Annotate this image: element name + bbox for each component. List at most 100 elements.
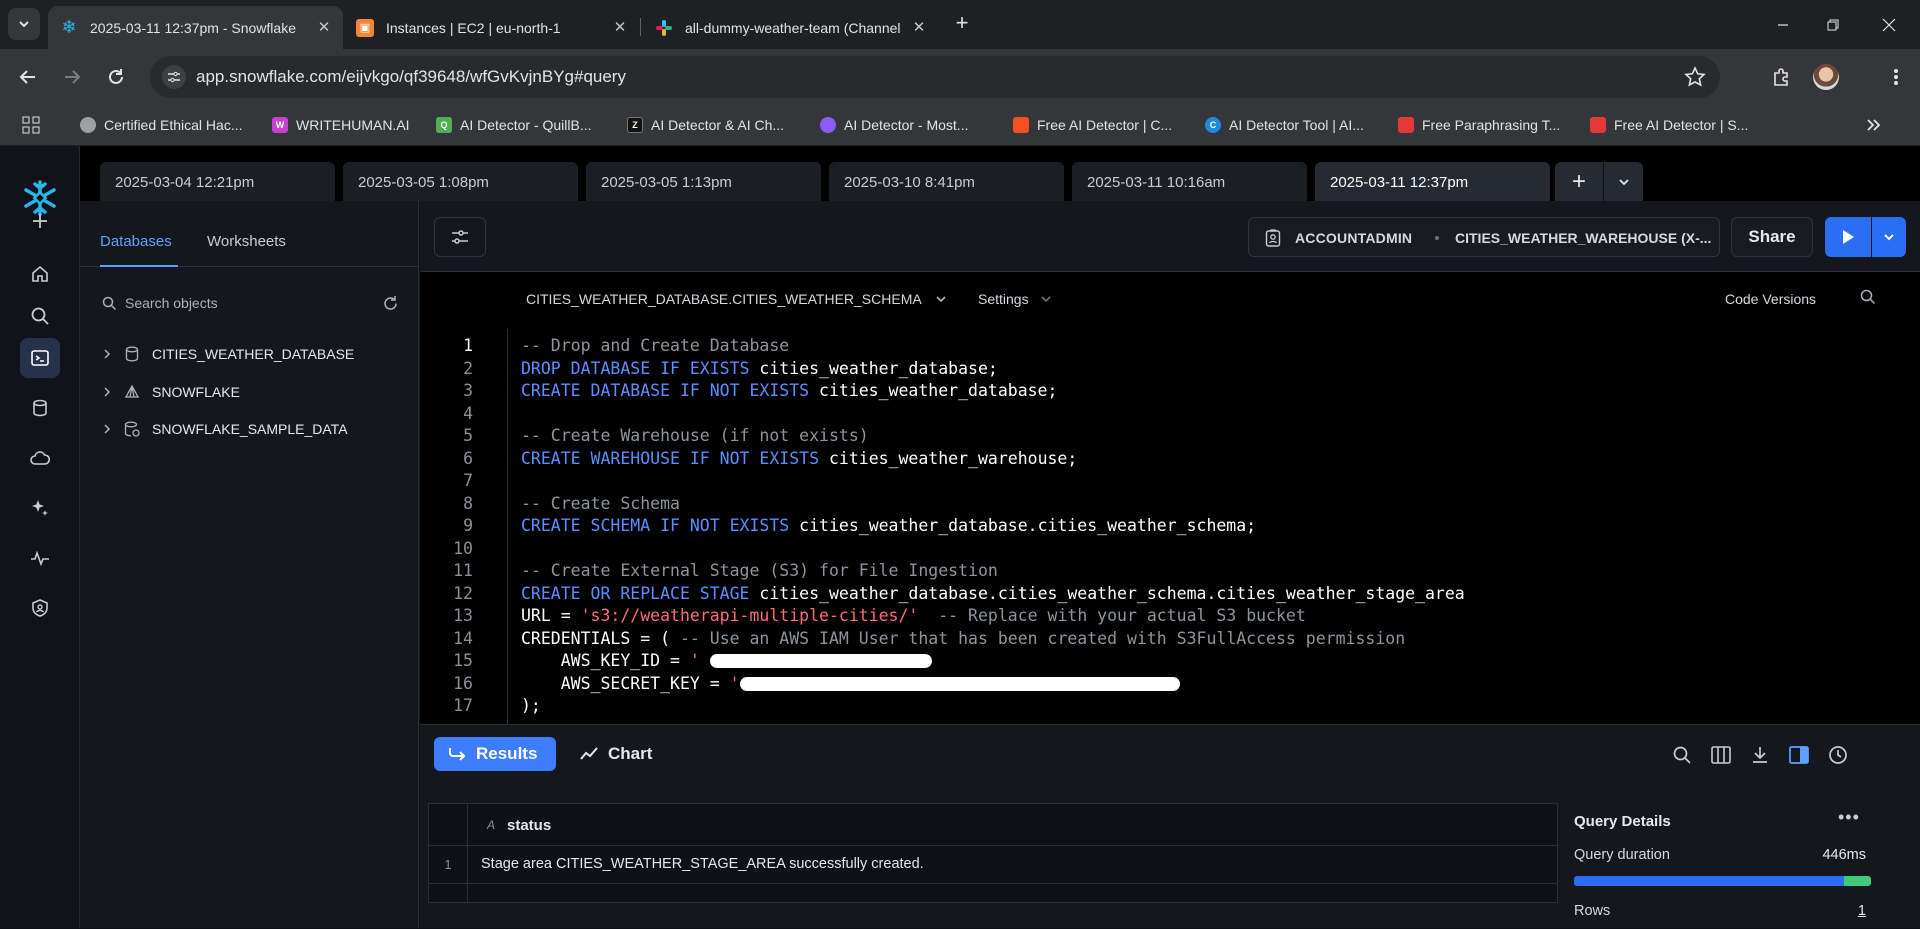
address-bar[interactable]: app.snowflake.com/eijvkgo/qf39648/wfGvKv… [150,56,1720,98]
close-icon[interactable]: ✕ [910,18,928,36]
worksheet-tab[interactable]: 2025-03-04 12:21pm [100,162,335,201]
line-number: 16 [453,673,473,693]
restore-button[interactable] [1810,0,1856,49]
chevron-down-icon [936,296,946,303]
add-worksheet-button[interactable]: + [1555,162,1603,201]
line-number: 14 [453,628,473,648]
ai-sparkle-icon[interactable] [20,488,60,528]
search-results-icon[interactable] [1670,743,1694,767]
bookmark-item[interactable]: C AI Detector Tool | AI... [1205,114,1364,136]
worksheet-tabs: 2025-03-04 12:21pm 2025-03-05 1:08pm 202… [80,146,1920,201]
tree-item-snowflake[interactable]: SNOWFLAKE [100,380,240,404]
columns-icon[interactable] [1709,743,1733,767]
reload-button[interactable] [100,61,132,93]
worksheet-tab[interactable]: 2025-03-05 1:08pm [343,162,578,201]
results-tab-button[interactable]: Results [434,737,556,771]
site-settings-icon[interactable] [162,65,186,89]
extensions-button[interactable] [1766,61,1798,93]
code-line[interactable]: CREATE SCHEMA IF NOT EXISTS cities_weath… [521,516,1256,535]
worksheet-tab[interactable]: 2025-03-05 1:13pm [586,162,821,201]
line-number: 6 [463,448,473,468]
data-database-icon[interactable] [20,388,60,428]
bookmark-item[interactable]: Certified Ethical Hac... [80,114,243,136]
code-line[interactable]: CREATE DATABASE IF NOT EXISTS cities_wea… [521,381,1057,400]
bookmark-item[interactable]: Z AI Detector & AI Ch... [627,114,784,136]
code-line[interactable]: CREATE WAREHOUSE IF NOT EXISTS cities_we… [521,449,1077,468]
browser-tab-snowflake[interactable]: ❄ 2025-03-11 12:37pm - Snowflake ✕ [48,6,343,49]
tab-search-button[interactable] [8,8,40,40]
toggle-sidebar-button[interactable] [434,217,486,257]
status-cell[interactable]: Stage area CITIES_WEATHER_STAGE_AREA suc… [481,856,924,872]
worksheet-tabs-menu-button[interactable] [1603,162,1643,201]
context-selector[interactable]: CITIES_WEATHER_DATABASE.CITIES_WEATHER_S… [526,291,948,307]
sql-code-editor[interactable]: 1 -- Drop and Create Database 2 DROP DATABA… [420,329,1920,724]
code-line[interactable]: AWS_KEY_ID = ' [521,651,700,670]
share-button[interactable]: Share [1731,217,1813,257]
code-line[interactable]: -- Create External Stage (S3) for File I… [521,561,998,580]
browser-menu-button[interactable] [1880,61,1912,93]
download-icon[interactable] [1748,743,1772,767]
close-window-button[interactable] [1866,0,1912,49]
browser-tab-slack[interactable]: all-dummy-weather-team (Channel) ✕ [643,6,938,49]
search-icon[interactable] [20,296,60,336]
tree-item-cities-weather-database[interactable]: CITIES_WEATHER_DATABASE [100,342,354,366]
refresh-icon[interactable] [382,295,399,312]
bookmark-item[interactable]: Free AI Detector | S... [1590,114,1748,136]
editor-search-icon[interactable] [1860,289,1876,305]
bookmark-item[interactable]: Free AI Detector | C... [1013,114,1172,136]
tab-worksheets[interactable]: Worksheets [207,233,286,250]
admin-shield-icon[interactable] [20,588,60,628]
more-bookmarks-icon[interactable] [1866,114,1882,136]
split-panel-icon[interactable] [1787,743,1811,767]
cloud-icon[interactable] [20,438,60,478]
code-versions-button[interactable]: Code Versions [1725,291,1816,307]
query-duration-bar[interactable] [1574,876,1871,886]
bookmark-item[interactable]: Q AI Detector - QuillB... [436,114,591,136]
browser-tab-ec2[interactable]: ▣ Instances | EC2 | eu-north-1 ✕ [344,6,639,49]
worksheet-tab[interactable]: 2025-03-10 8:41pm [829,162,1064,201]
worksheet-tab-active[interactable]: 2025-03-11 12:37pm [1315,162,1550,201]
code-line[interactable]: -- Create Schema [521,494,680,513]
minimize-button[interactable] [1760,0,1806,49]
create-plus-icon[interactable] [20,201,60,241]
code-line[interactable]: CREATE OR REPLACE STAGE cities_weather_d… [521,584,1465,603]
run-button[interactable] [1825,217,1871,257]
tree-item-snowflake-sample-data[interactable]: SNOWFLAKE_SAMPLE_DATA [100,417,348,441]
chevron-right-icon[interactable] [100,348,114,360]
code-line[interactable]: URL = 's3://weatherapi-multiple-cities/'… [521,606,1306,625]
settings-dropdown[interactable]: Settings [978,291,1053,307]
more-options-icon[interactable]: ••• [1838,807,1860,828]
role-warehouse-selector[interactable]: ACCOUNTADMIN CITIES_WEATHER_WAREHOUSE (X… [1248,217,1720,257]
back-button[interactable] [12,61,44,93]
code-line[interactable]: AWS_SECRET_KEY = ' [521,674,740,693]
bookmark-item[interactable]: W WRITEHUMAN.AI [272,114,410,136]
forward-button[interactable] [56,61,88,93]
run-options-button[interactable] [1872,217,1906,257]
bookmark-star-icon[interactable] [1684,66,1706,88]
worksheets-terminal-icon[interactable] [20,338,60,378]
close-icon[interactable]: ✕ [315,18,333,36]
bookmark-item[interactable]: AI Detector - Most... [820,114,968,136]
code-line[interactable]: ); [521,696,541,715]
code-line[interactable]: -- Create Warehouse (if not exists) [521,426,869,445]
worksheet-tab[interactable]: 2025-03-11 10:16am [1072,162,1307,201]
code-line[interactable]: CREDENTIALS = ( -- Use an AWS IAM User t… [521,629,1405,648]
column-header-status[interactable]: status [507,817,551,834]
profile-avatar[interactable] [1810,61,1842,93]
bookmark-item[interactable]: Free Paraphrasing T... [1398,114,1560,136]
search-objects-input[interactable]: Search objects [100,287,400,319]
apps-grid-icon[interactable] [22,114,40,136]
new-tab-button[interactable]: + [950,12,974,36]
history-clock-icon[interactable] [1826,743,1850,767]
rows-value[interactable]: 1 [1818,903,1866,919]
chevron-right-icon[interactable] [100,423,114,435]
close-icon[interactable]: ✕ [611,18,629,36]
home-icon[interactable] [20,254,60,294]
tab-databases[interactable]: Databases [100,233,172,250]
code-line[interactable]: -- Drop and Create Database [521,336,789,355]
chart-tab-button[interactable]: Chart [580,737,652,771]
code-line[interactable]: DROP DATABASE IF EXISTS cities_weather_d… [521,359,998,378]
chevron-right-icon[interactable] [100,386,114,398]
table-row[interactable]: 1 Stage area CITIES_WEATHER_STAGE_AREA s… [429,846,1557,884]
activity-monitor-icon[interactable] [20,538,60,578]
